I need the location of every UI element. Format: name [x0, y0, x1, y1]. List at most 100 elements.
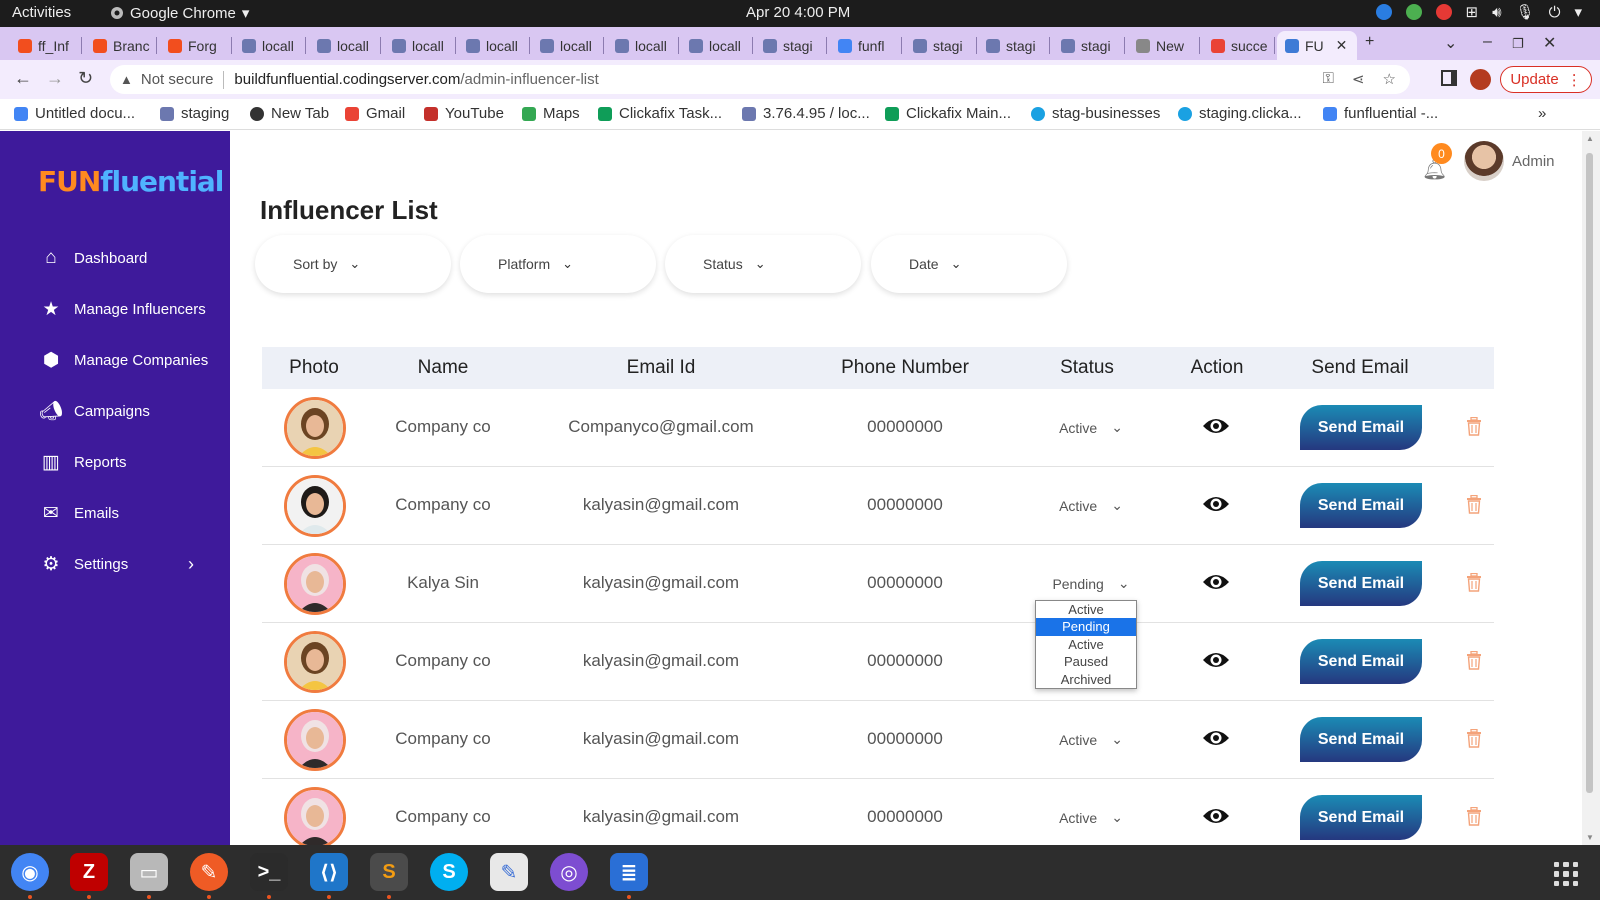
close-tab-icon[interactable]: ✕ — [1336, 37, 1348, 54]
view-eye-icon[interactable] — [1202, 806, 1230, 826]
browser-tab[interactable]: locall — [681, 31, 753, 60]
status-option[interactable]: Active — [1036, 636, 1136, 653]
back-icon[interactable]: ← — [14, 68, 32, 89]
sublime-icon[interactable]: S — [370, 853, 408, 891]
browser-tab[interactable]: stagi — [755, 31, 827, 60]
record-icon[interactable] — [1435, 4, 1452, 20]
scrollbar-thumb[interactable] — [1586, 153, 1593, 793]
text-editor-icon[interactable]: ✎ — [490, 853, 528, 891]
trash-icon[interactable] — [1466, 650, 1482, 670]
trash-icon[interactable] — [1466, 806, 1482, 826]
status-option[interactable]: Archived — [1036, 671, 1136, 688]
url-field[interactable]: ▲ Not secure buildfunfluential.codingser… — [110, 65, 1410, 94]
sidebar-item-manage-companies[interactable]: ⬢ Manage Companies — [40, 349, 209, 371]
filezilla-icon[interactable]: Z — [70, 853, 108, 891]
browser-tab[interactable]: locall — [309, 31, 381, 60]
browser-tab[interactable]: Branc — [85, 31, 157, 60]
browser-tab[interactable]: locall — [532, 31, 604, 60]
tab-search-icon[interactable]: ⌄ — [1444, 33, 1457, 53]
scroll-down-icon[interactable]: ▼ — [1586, 833, 1594, 842]
view-eye-icon[interactable] — [1202, 494, 1230, 514]
browser-tab[interactable]: succe — [1203, 31, 1275, 60]
view-eye-icon[interactable] — [1202, 728, 1230, 748]
trash-icon[interactable] — [1466, 572, 1482, 592]
trash-icon[interactable] — [1466, 494, 1482, 514]
status-option[interactable]: Paused — [1036, 653, 1136, 670]
status-option[interactable]: Active — [1036, 601, 1136, 618]
star-icon[interactable]: ☆ — [1383, 70, 1396, 88]
side-panel-icon[interactable] — [1441, 70, 1457, 86]
browser-tab[interactable]: locall — [384, 31, 456, 60]
user-name[interactable]: Admin — [1512, 153, 1555, 170]
sidebar-item-settings[interactable]: ⚙ Settings › — [40, 553, 194, 575]
forward-icon[interactable]: → — [46, 68, 64, 89]
filter-status[interactable]: Status ⌄ — [665, 235, 861, 293]
sidebar-item-campaigns[interactable]: 📣︎ Campaigns — [39, 400, 150, 422]
chrome-icon[interactable]: ◉ — [11, 853, 49, 891]
key-icon[interactable]: ⚿ — [1323, 70, 1334, 88]
warning-icon[interactable]: ▲ — [120, 72, 133, 87]
bookmark-item[interactable]: Clickafix Task... — [598, 105, 722, 122]
send-email-button[interactable]: Send Email — [1300, 561, 1422, 606]
browser-tab[interactable]: FU ✕ — [1277, 31, 1357, 60]
status-select[interactable]: Active ⌄ — [1059, 809, 1123, 826]
bookmark-item[interactable]: stag-businesses — [1031, 105, 1160, 122]
power-icon[interactable]: ⏻ — [1549, 4, 1561, 21]
bookmark-item[interactable]: staging.clicka... — [1178, 105, 1302, 122]
scroll-up-icon[interactable]: ▲ — [1586, 134, 1594, 143]
browser-tab[interactable]: locall — [607, 31, 679, 60]
send-email-button[interactable]: Send Email — [1300, 405, 1422, 450]
share-icon[interactable]: ⋖ — [1352, 70, 1365, 88]
bookmark-item[interactable]: 3.76.4.95 / loc... — [742, 105, 870, 122]
status-select[interactable]: Pending ⌄ — [1052, 575, 1129, 592]
files-icon[interactable]: ▭ — [130, 853, 168, 891]
bookmark-item[interactable]: Untitled docu... — [14, 105, 135, 122]
browser-tab[interactable]: stagi — [978, 31, 1050, 60]
send-email-button[interactable]: Send Email — [1300, 795, 1422, 840]
bookmark-item[interactable]: Gmail — [345, 105, 405, 122]
avatar[interactable] — [1464, 141, 1504, 181]
profile-avatar[interactable] — [1470, 69, 1491, 90]
show-apps-icon[interactable] — [1554, 862, 1578, 886]
browser-tab[interactable]: stagi — [905, 31, 977, 60]
more-bookmarks-icon[interactable]: » — [1538, 105, 1546, 122]
view-eye-icon[interactable] — [1202, 416, 1230, 436]
teamviewer-icon[interactable] — [1375, 4, 1392, 20]
view-eye-icon[interactable] — [1202, 572, 1230, 592]
bookmark-item[interactable]: Maps — [522, 105, 580, 122]
send-email-button[interactable]: Send Email — [1300, 639, 1422, 684]
sidebar-item-emails[interactable]: ✉ Emails — [40, 502, 119, 524]
update-button[interactable]: Update ⋮ — [1500, 66, 1592, 93]
filter-sort-by[interactable]: Sort by ⌄ — [255, 235, 451, 293]
status-option[interactable]: Pending — [1036, 618, 1136, 636]
new-tab-button[interactable]: + — [1365, 33, 1374, 51]
chevron-down-icon[interactable]: ▾ — [1574, 3, 1582, 21]
bookmark-item[interactable]: Clickafix Main... — [885, 105, 1011, 122]
skype-icon[interactable]: S — [430, 853, 468, 891]
bookmark-item[interactable]: staging — [160, 105, 229, 122]
network-icon[interactable]: ⊞ — [1466, 3, 1479, 21]
view-eye-icon[interactable] — [1202, 650, 1230, 670]
bookmark-item[interactable]: YouTube — [424, 105, 504, 122]
funfluential-logo[interactable]: FUNfluential — [38, 165, 224, 198]
document-viewer-icon[interactable]: ≣ — [610, 853, 648, 891]
browser-tab[interactable]: Forg — [160, 31, 232, 60]
trash-icon[interactable] — [1466, 416, 1482, 436]
browser-tab[interactable]: stagi — [1053, 31, 1125, 60]
volume-icon[interactable]: 🔊︎ — [1492, 4, 1501, 21]
status-select[interactable]: Active ⌄ — [1059, 419, 1123, 436]
vscode-icon[interactable]: ⟨⟩ — [310, 853, 348, 891]
bookmark-item[interactable]: New Tab — [250, 105, 329, 122]
status-dropdown-menu[interactable]: Active Pending Active Paused Archived — [1035, 600, 1137, 689]
browser-tab[interactable]: funfl — [830, 31, 902, 60]
send-email-button[interactable]: Send Email — [1300, 717, 1422, 762]
status-select[interactable]: Active ⌄ — [1059, 497, 1123, 514]
maximize-icon[interactable]: ❐ — [1512, 36, 1524, 52]
browser-icon[interactable]: ◎ — [550, 853, 588, 891]
filter-platform[interactable]: Platform ⌄ — [460, 235, 656, 293]
scrollbar[interactable]: ▲ ▼ — [1582, 131, 1600, 845]
filter-date[interactable]: Date ⌄ — [871, 235, 1067, 293]
close-window-icon[interactable]: ✕ — [1543, 33, 1556, 53]
reload-icon[interactable]: ↻ — [78, 68, 93, 89]
app-menu[interactable]: Google Chrome ▾ — [110, 4, 249, 22]
